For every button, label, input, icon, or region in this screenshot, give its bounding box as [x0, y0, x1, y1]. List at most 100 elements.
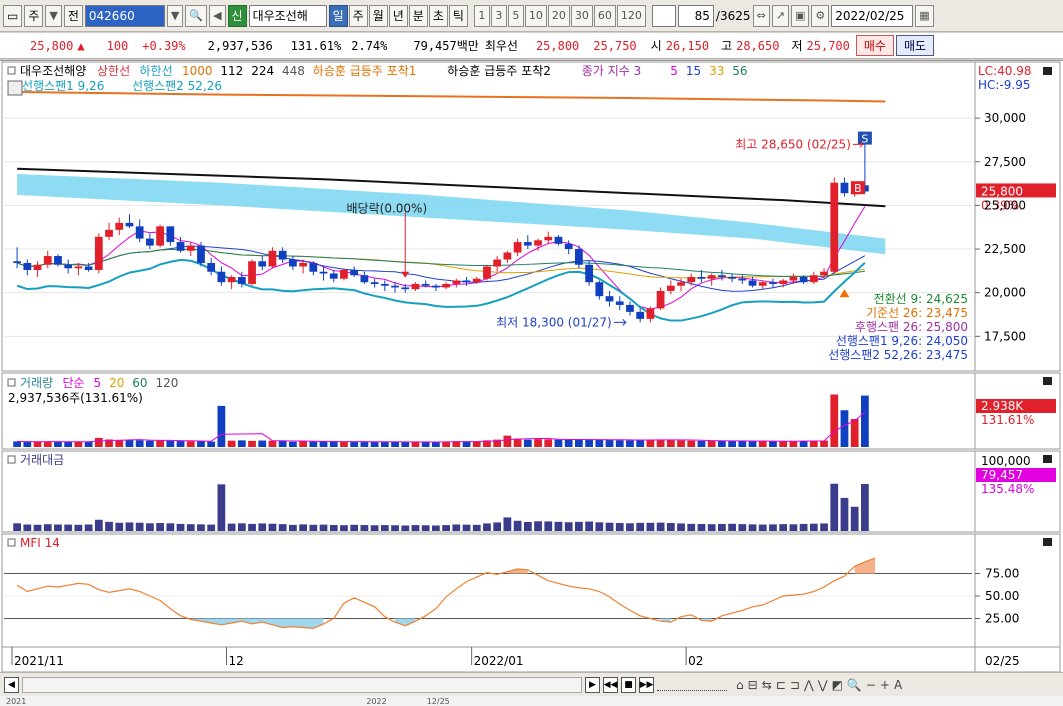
interval-button[interactable]: 10 [524, 4, 547, 27]
tab-period[interactable]: 초 [428, 4, 448, 27]
candle [575, 249, 583, 265]
volume-bar [380, 441, 389, 447]
interval-button[interactable]: 120 [616, 4, 646, 27]
volume-bar [697, 524, 706, 531]
date-input[interactable]: 2022/02/25 [831, 4, 914, 27]
rewind-icon[interactable]: ◀◀ [603, 676, 618, 693]
gear-icon[interactable]: ⚙ [811, 4, 830, 27]
volume-bar [146, 523, 154, 531]
volume-bar [370, 441, 379, 447]
volume-bar [830, 394, 839, 447]
candle [299, 263, 307, 267]
stock-chart[interactable]: S B 25,800 0.39% 2021/11 12 2022/01 02 02/25 대우… [0, 60, 1063, 673]
market-type-select[interactable]: 주 [24, 4, 44, 27]
volume-bar [105, 521, 113, 531]
zoom-icon[interactable]: ⇔ [752, 4, 770, 27]
save-icon[interactable]: ▣ [790, 4, 810, 27]
candle [585, 264, 593, 283]
volume-bar [728, 523, 736, 531]
tab-period[interactable]: 월 [368, 4, 388, 27]
interval-button[interactable]: 5 [507, 4, 524, 27]
volume-bar [554, 439, 563, 447]
interval-button[interactable]: 3 [490, 4, 507, 27]
chart-canvas[interactable]: SB 25,8000.39% 2021/11 12 2022/01 02 02/25 대우… [0, 61, 1063, 673]
zoom-slider[interactable] [657, 679, 727, 691]
drawing-tool-icon[interactable]: ⊐ [790, 678, 800, 692]
tab-period[interactable]: 일 [328, 4, 348, 27]
calendar-icon[interactable]: ▦ [915, 4, 934, 27]
candle [217, 271, 226, 283]
legend-item: 하한선 [140, 64, 173, 78]
drawing-tool-icon[interactable]: ⊟ [748, 678, 758, 692]
candle [830, 182, 839, 272]
legend-item: 120 [156, 376, 179, 390]
volume-bar [319, 524, 328, 531]
sell-button[interactable]: 매도 [895, 35, 935, 56]
volume-bar [268, 523, 277, 531]
interval-button[interactable]: 20 [547, 4, 570, 27]
volume-ratio: 131.61% [290, 38, 342, 53]
volume-bar [656, 522, 665, 531]
interval-input[interactable] [651, 4, 676, 27]
drawing-tool-icon[interactable]: + [880, 678, 890, 692]
drawing-tool-icon[interactable]: ⋀ [804, 678, 814, 692]
buy-button[interactable]: 매수 [855, 35, 894, 56]
chevron-down-icon[interactable]: ▼ [45, 4, 62, 27]
tab-period[interactable]: 분 [408, 4, 428, 27]
volume-bar [544, 521, 553, 531]
volume-bar [411, 441, 420, 447]
volume-bar [472, 441, 481, 447]
volume-bar [115, 522, 124, 531]
stock-code-input[interactable]: 042660 [84, 4, 165, 27]
interval-button[interactable]: 30 [570, 4, 593, 27]
high-label: 고 [721, 39, 733, 53]
volume-bar [646, 439, 655, 447]
forward-icon[interactable]: ▶▶ [639, 676, 654, 693]
drawing-tool-icon[interactable]: ◩ [832, 678, 843, 692]
volume-bar [186, 441, 195, 447]
drawing-tool-icon[interactable]: ⋁ [818, 678, 828, 692]
stop-icon[interactable]: ■ [621, 676, 636, 693]
volume-bar [146, 440, 154, 447]
volume-bar [421, 441, 430, 447]
volume-bar [677, 523, 685, 531]
interval-button[interactable]: 1 [473, 4, 490, 27]
scroll-left-button[interactable]: ◀ [4, 676, 19, 693]
legend-item: 하승훈 급등주 포착2 [447, 64, 551, 78]
sound-icon[interactable]: ◀ [209, 4, 226, 27]
candle [718, 275, 726, 277]
drawing-tool-icon[interactable]: − [866, 678, 876, 692]
candle [227, 276, 236, 283]
volume-bar [33, 524, 42, 531]
tab-period[interactable]: 주 [348, 4, 368, 27]
volume-bar [503, 435, 512, 447]
volume-bar [615, 523, 624, 531]
tab-period[interactable]: 년 [388, 4, 408, 27]
trend-icon[interactable]: ↗ [771, 4, 789, 27]
panel-title: 거래대금 [20, 453, 64, 467]
play-right-icon[interactable]: ▶ [585, 676, 600, 693]
search-icon[interactable]: 🔍 [185, 4, 208, 27]
drawing-tool-icon[interactable]: A [894, 678, 902, 692]
candle [13, 261, 21, 264]
legend-item: 20 [109, 376, 124, 390]
menu-icon[interactable]: ▭ [3, 4, 23, 27]
drawing-tool-icon[interactable]: ⊏ [776, 678, 786, 692]
volume-bar [687, 523, 696, 531]
horizontal-scrollbar[interactable] [22, 676, 582, 693]
drawing-tool-icon[interactable]: 🔍 [847, 678, 862, 692]
volume-bar [830, 483, 839, 531]
chevron-down-icon[interactable]: ▼ [166, 4, 184, 27]
volume-bar [401, 442, 410, 447]
count-input[interactable]: 85 [677, 4, 714, 27]
volume-bar [299, 441, 307, 447]
drawing-tool-icon[interactable]: ⇆ [762, 678, 772, 692]
panel-close-icon [1043, 455, 1052, 463]
scope-select[interactable]: 전 [63, 4, 83, 27]
drawing-tool-icon[interactable]: ⌂ [736, 678, 744, 692]
tab-period[interactable]: 틱 [448, 4, 468, 27]
interval-button[interactable]: 60 [593, 4, 616, 27]
volume-bar [758, 441, 767, 447]
volume-bar [503, 517, 512, 531]
credit-badge[interactable]: 신 [227, 4, 247, 27]
